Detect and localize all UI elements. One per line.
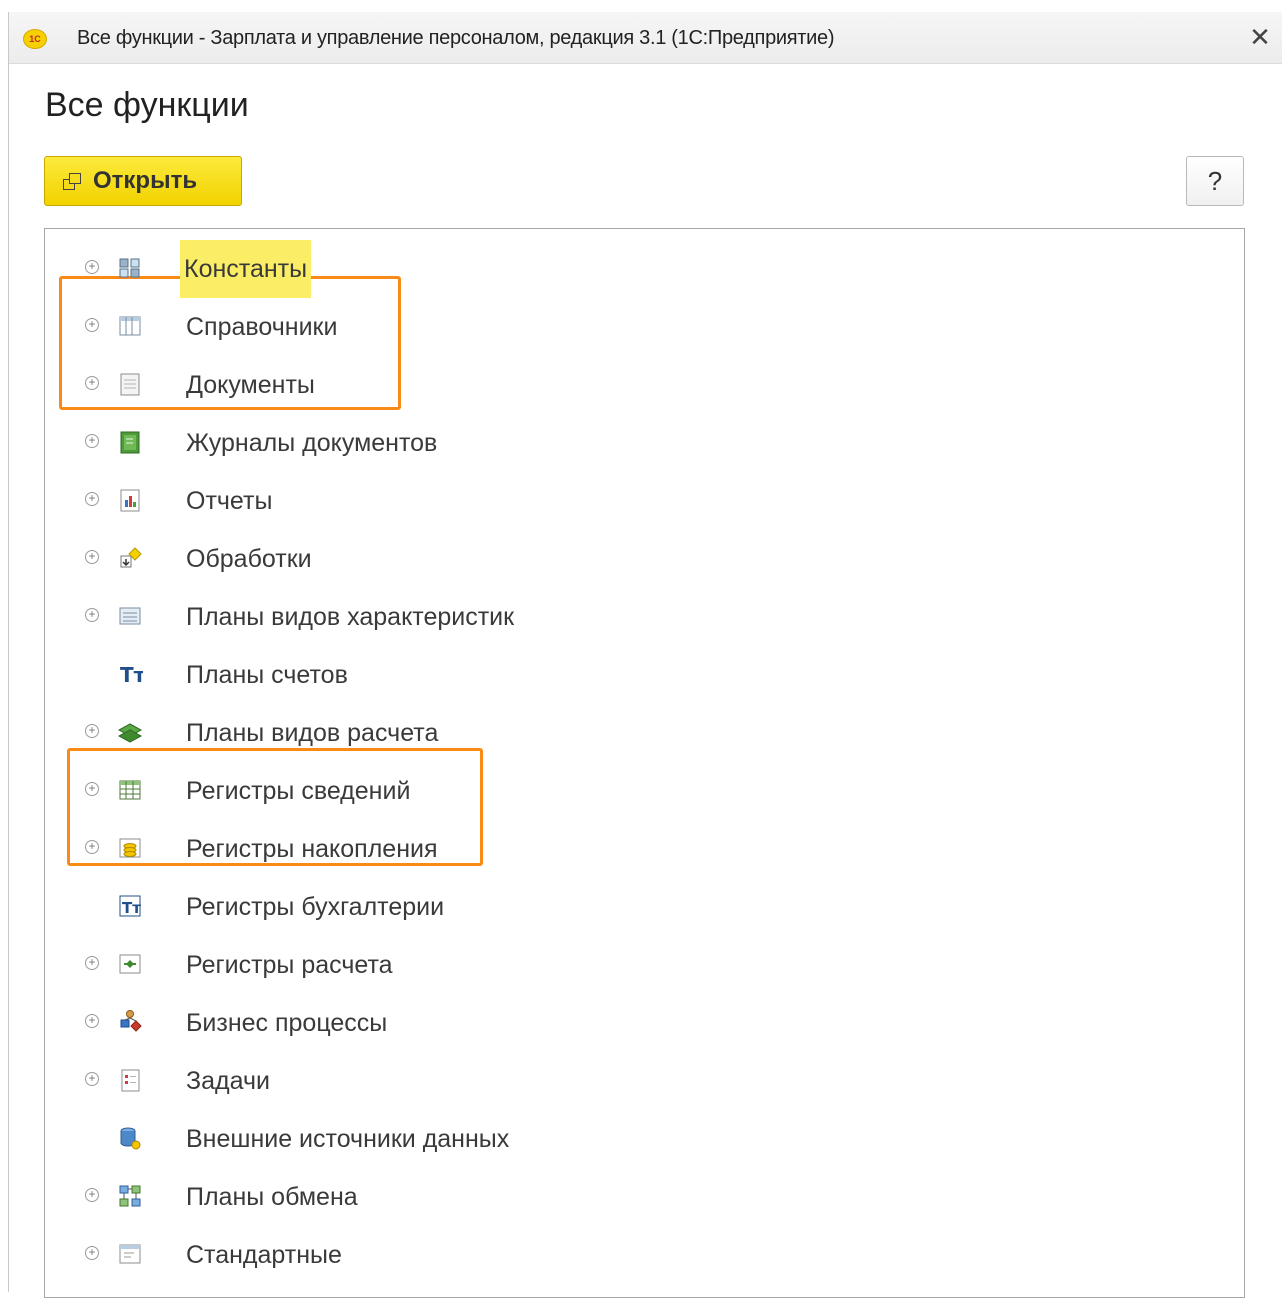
constants-icon: [117, 255, 143, 281]
page-title: Все функции: [45, 86, 249, 124]
tree-item[interactable]: + Регистры сведений: [45, 762, 1244, 820]
tree-item[interactable]: + Планы видов расчета: [45, 704, 1244, 762]
accumulation-registers-icon: [117, 835, 143, 861]
expand-icon[interactable]: +: [85, 1014, 99, 1028]
app-logo-icon: 1С: [23, 29, 47, 49]
tree-item[interactable]: + Константы: [45, 240, 1244, 298]
tree-item[interactable]: + Бизнес процессы: [45, 994, 1244, 1052]
expand-icon[interactable]: +: [85, 1246, 99, 1260]
open-button-label: Открыть: [93, 167, 198, 194]
help-button[interactable]: ?: [1186, 156, 1244, 206]
documents-icon: [117, 371, 143, 397]
tree-item-label: Регистры бухгалтерии: [186, 893, 445, 921]
tree-item[interactable]: Тт Регистры бухгалтерии: [45, 878, 1244, 936]
exchange-plans-icon: [117, 1183, 143, 1209]
tasks-icon: [117, 1067, 143, 1093]
expand-icon[interactable]: +: [85, 376, 99, 390]
external-data-sources-icon: [117, 1125, 143, 1151]
svg-text:Тт: Тт: [122, 899, 141, 917]
tree-item[interactable]: + Стандартные: [45, 1226, 1244, 1284]
tree-item[interactable]: + Отчеты: [45, 472, 1244, 530]
tree-item[interactable]: Тт Планы счетов: [45, 646, 1244, 704]
title-bar: 1С Все функции - Зарплата и управление п…: [9, 12, 1282, 64]
tree-item[interactable]: + Задачи: [45, 1052, 1244, 1110]
tree-item-label: Обработки: [186, 545, 312, 573]
tree-item[interactable]: + Журналы документов: [45, 414, 1244, 472]
tree-item[interactable]: + Планы обмена: [45, 1168, 1244, 1226]
standard-icon: [117, 1241, 143, 1267]
tree-item-label: Отчеты: [186, 487, 273, 515]
tree-item-label: Документы: [186, 371, 315, 399]
tree-item[interactable]: + Справочники: [45, 298, 1244, 356]
tree-item-label: Регистры сведений: [186, 777, 411, 805]
calculation-registers-icon: [117, 951, 143, 977]
reports-icon: [117, 487, 143, 513]
business-processes-icon: [117, 1009, 143, 1035]
window: 1С Все функции - Зарплата и управление п…: [8, 12, 1282, 1298]
tree-item-label: Планы счетов: [186, 661, 348, 689]
expand-icon[interactable]: +: [85, 956, 99, 970]
expand-icon[interactable]: +: [85, 1188, 99, 1202]
expand-icon[interactable]: +: [85, 608, 99, 622]
tree-item-label: Регистры накопления: [186, 835, 438, 863]
expand-icon[interactable]: +: [85, 840, 99, 854]
tree-item[interactable]: + Планы видов характеристик: [45, 588, 1244, 646]
expand-icon[interactable]: +: [85, 492, 99, 506]
tree-item-label: Константы: [180, 240, 312, 298]
expand-icon[interactable]: +: [85, 782, 99, 796]
tree-item[interactable]: + Документы: [45, 356, 1244, 414]
tree-item-label: Стандартные: [186, 1241, 342, 1269]
calculation-types-icon: [117, 719, 143, 745]
tree-item[interactable]: + Регистры расчета: [45, 936, 1244, 994]
tree-item-label: Планы обмена: [186, 1183, 358, 1211]
expand-icon[interactable]: +: [85, 550, 99, 564]
tree-item-label: Внешние источники данных: [186, 1125, 510, 1153]
expand-icon[interactable]: +: [85, 724, 99, 738]
tree-item-label: Задачи: [186, 1067, 270, 1095]
tree-item-label: Журналы документов: [186, 429, 438, 457]
accounting-registers-icon: Тт: [117, 893, 143, 919]
open-window-icon: [63, 173, 81, 190]
chart-of-accounts-icon: Тт: [117, 661, 146, 687]
window-title: Все функции - Зарплата и управление перс…: [77, 27, 835, 49]
tree-item-label: Справочники: [186, 313, 338, 341]
expand-icon[interactable]: +: [85, 1072, 99, 1086]
expand-icon[interactable]: +: [85, 434, 99, 448]
characteristic-types-icon: [117, 603, 143, 629]
tree-item-label: Регистры расчета: [186, 951, 393, 979]
tree-item-label: Планы видов характеристик: [186, 603, 515, 631]
tree-item[interactable]: Внешние источники данных: [45, 1110, 1244, 1168]
expand-icon[interactable]: +: [85, 318, 99, 332]
tree-item-label: Планы видов расчета: [186, 719, 439, 747]
tree-item-label: Бизнес процессы: [186, 1009, 388, 1037]
svg-text:Тт: Тт: [120, 663, 143, 687]
tree-item[interactable]: + Регистры накопления: [45, 820, 1244, 878]
open-button[interactable]: Открыть: [44, 156, 242, 206]
catalogs-icon: [117, 313, 143, 339]
functions-tree[interactable]: + Константы + Справочники + Документы + Журналы…: [44, 228, 1245, 1298]
document-journals-icon: [117, 429, 143, 455]
data-processors-icon: [117, 545, 143, 571]
information-registers-icon: [117, 777, 143, 803]
tree-item[interactable]: + Обработки: [45, 530, 1244, 588]
close-button[interactable]: ✕: [1245, 22, 1275, 52]
expand-icon[interactable]: +: [85, 260, 99, 274]
